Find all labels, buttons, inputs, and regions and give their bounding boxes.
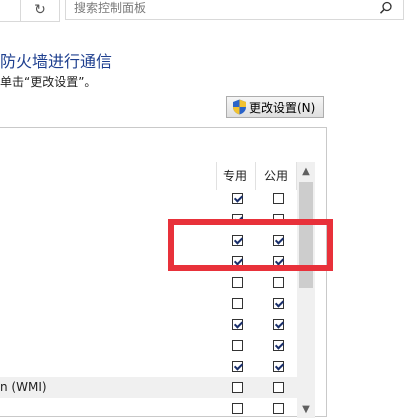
scroll-thumb[interactable] [299,182,313,288]
private-checkbox[interactable] [232,235,243,246]
public-checkbox[interactable] [273,193,284,204]
top-bar: ↻ 搜索控制面板 [0,0,416,24]
public-checkbox[interactable] [273,361,284,372]
scroll-down-icon[interactable]: ▼ [297,400,315,418]
public-checkbox[interactable] [273,319,284,330]
table-row[interactable] [0,251,297,272]
private-checkbox[interactable] [232,193,243,204]
vertical-scrollbar[interactable]: ▲ ▼ [297,162,315,418]
private-checkbox[interactable] [232,319,243,330]
search-icon[interactable] [379,1,393,15]
public-checkbox[interactable] [273,235,284,246]
public-checkbox[interactable] [273,403,284,414]
table-row[interactable] [0,314,297,335]
private-checkbox[interactable] [232,382,243,393]
column-header-public[interactable]: 公用 [264,167,288,184]
table-row[interactable] [0,230,297,251]
public-checkbox[interactable] [273,298,284,309]
change-settings-label: 更改设置(N) [249,100,316,115]
private-checkbox[interactable] [232,298,243,309]
private-checkbox[interactable] [232,403,243,414]
scroll-up-icon[interactable]: ▲ [297,162,315,180]
change-settings-button[interactable]: 更改设置(N) [226,96,324,118]
allowed-apps-list: 专用 公用 n (WMI) ▲ ▼ [0,127,327,419]
search-placeholder: 搜索控制面板 [74,1,147,15]
table-row[interactable] [0,272,297,293]
private-checkbox[interactable] [232,361,243,372]
private-checkbox[interactable] [232,214,243,225]
column-separator [255,162,256,190]
instruction-text: 单击“更改设置”。 [0,75,97,89]
refresh-button[interactable]: ↻ [20,0,60,22]
table-row[interactable] [0,209,297,230]
public-checkbox[interactable] [273,214,284,225]
table-row[interactable] [0,356,297,377]
public-checkbox[interactable] [273,340,284,351]
public-checkbox[interactable] [273,382,284,393]
table-row[interactable]: n (WMI) [0,377,297,398]
search-input[interactable]: 搜索控制面板 [65,0,404,20]
refresh-icon: ↻ [34,1,46,18]
table-row[interactable] [0,335,297,356]
uac-shield-icon [233,99,246,115]
table-row[interactable] [0,293,297,314]
column-header-private[interactable]: 专用 [223,167,247,184]
public-checkbox[interactable] [273,277,284,288]
public-checkbox[interactable] [273,256,284,267]
private-checkbox[interactable] [232,277,243,288]
page-title: 防火墙进行通信 [0,52,113,71]
column-separator [216,162,217,190]
private-checkbox[interactable] [232,256,243,267]
table-row[interactable] [0,398,297,419]
private-checkbox[interactable] [232,340,243,351]
table-row[interactable] [0,188,297,209]
row-label: n (WMI) [0,380,47,394]
